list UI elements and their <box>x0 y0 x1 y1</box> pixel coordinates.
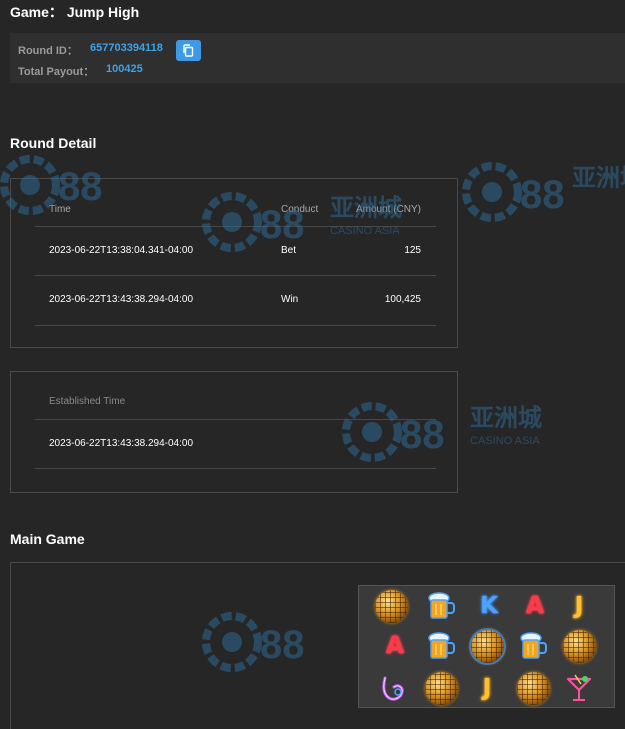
established-time-header: Established Time <box>49 396 126 407</box>
game-name: Jump High <box>66 4 140 20</box>
divider <box>35 325 436 326</box>
round-detail-table: Time Conduct Amount (CNY) 2023-06-22T13:… <box>10 178 458 348</box>
copy-button[interactable] <box>176 40 201 61</box>
cocktail-icon <box>561 670 597 706</box>
svg-text:CASINO ASIA: CASINO ASIA <box>470 435 540 447</box>
column-header-time: Time <box>49 204 71 215</box>
letter-k-symbol: K <box>480 593 498 619</box>
disco-ball-icon <box>469 628 505 664</box>
letter-a-symbol: A <box>526 593 544 619</box>
divider <box>35 419 436 420</box>
round-detail-title: Round Detail <box>10 135 97 151</box>
saxophone-icon <box>375 670 411 706</box>
column-header-conduct: Conduct <box>281 204 319 215</box>
row-2-conduct: Win <box>281 294 299 305</box>
svg-text:亚洲城: 亚洲城 <box>572 164 625 192</box>
round-id-label: Round ID： <box>18 45 78 57</box>
disco-ball-icon <box>373 588 409 624</box>
beer-mug-icon <box>515 628 551 664</box>
svg-text:亚洲城: 亚洲城 <box>470 404 542 432</box>
row-1-time: 2023-06-22T13:38:04.341-04:00 <box>49 245 194 256</box>
disco-ball-icon <box>561 628 597 664</box>
letter-j-symbol: J <box>482 675 492 701</box>
divider <box>35 226 436 227</box>
round-info-box: Round ID： 657703394118 Total Payout： 100… <box>10 33 625 83</box>
disco-ball-icon <box>515 670 551 706</box>
main-game-title: Main Game <box>10 531 85 547</box>
column-header-amount: Amount (CNY) <box>355 204 421 215</box>
beer-mug-icon <box>423 628 459 664</box>
game-title: Game： Jump High <box>10 2 139 22</box>
svg-text:88: 88 <box>520 173 565 217</box>
divider <box>35 468 436 469</box>
divider <box>35 275 436 276</box>
watermark-logo: 88 亚洲城 <box>462 162 625 222</box>
established-time-value: 2023-06-22T13:43:38.294-04:00 <box>49 438 194 449</box>
round-id-value[interactable]: 657703394118 <box>90 42 163 54</box>
row-1-conduct: Bet <box>281 245 297 256</box>
row-2-amount: 100,425 <box>384 294 421 305</box>
row-2-time: 2023-06-22T13:43:38.294-04:00 <box>49 294 194 305</box>
reel-grid: K A J A J <box>358 585 615 708</box>
beer-mug-icon <box>423 588 459 624</box>
letter-a-symbol: A <box>386 633 404 659</box>
row-1-amount: 125 <box>404 245 421 256</box>
game-label: Game： <box>10 4 63 20</box>
established-time-table: Established Time 2023-06-22T13:43:38.294… <box>10 371 458 493</box>
total-payout-label: Total Payout： <box>18 66 95 78</box>
total-payout-value: 100425 <box>106 63 143 75</box>
copy-icon <box>183 44 194 57</box>
letter-j-symbol: J <box>574 593 584 619</box>
disco-ball-icon <box>423 670 459 706</box>
